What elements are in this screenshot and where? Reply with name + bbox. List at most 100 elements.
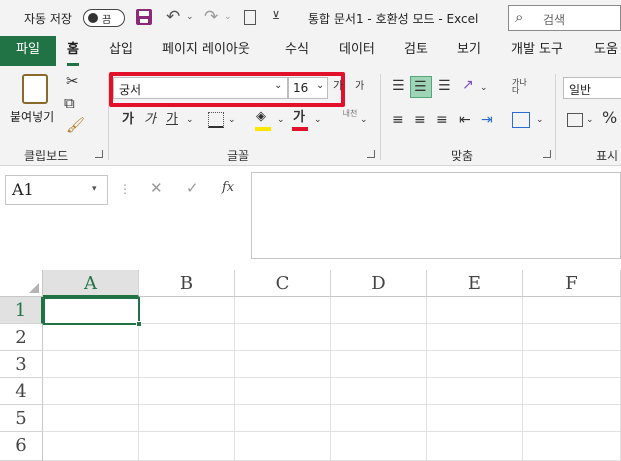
align-top-icon[interactable]: ☰ <box>392 79 405 93</box>
formula-input[interactable] <box>251 172 621 259</box>
font-color-icon[interactable]: 가 <box>293 111 305 124</box>
search-box[interactable]: ⌕ 검색 <box>508 5 621 31</box>
cancel-icon[interactable]: ✕ <box>150 181 163 196</box>
tab-formulas[interactable]: 수식 <box>285 36 309 66</box>
cell-e5[interactable] <box>427 405 523 432</box>
fill-handle[interactable] <box>136 321 142 327</box>
column-header-d[interactable]: D <box>331 270 427 297</box>
cell-f6[interactable] <box>523 432 621 461</box>
cell-d3[interactable] <box>331 351 427 378</box>
column-header-f[interactable]: F <box>523 270 621 297</box>
bold-button[interactable]: 가 <box>122 113 134 126</box>
increase-indent-icon[interactable]: ⇥ <box>481 113 493 127</box>
cell-d5[interactable] <box>331 405 427 432</box>
confirm-icon[interactable]: ✓ <box>186 181 199 196</box>
cell-a3[interactable] <box>43 351 139 378</box>
cell-d6[interactable] <box>331 432 427 461</box>
tab-file[interactable]: 파일 <box>0 36 56 66</box>
cell-d1[interactable] <box>331 297 427 324</box>
tab-review[interactable]: 검토 <box>404 36 428 66</box>
border-icon[interactable] <box>208 112 224 128</box>
autosave-toggle[interactable]: 끔 <box>83 9 125 27</box>
undo-icon[interactable]: ↶ <box>166 9 180 26</box>
cell-d4[interactable] <box>331 378 427 405</box>
tab-help[interactable]: 도움 <box>594 36 618 66</box>
cell-a5[interactable] <box>43 405 139 432</box>
cell-a6[interactable] <box>43 432 139 461</box>
row-header-4[interactable]: 4 <box>0 378 43 405</box>
redo-icon[interactable]: ↷ <box>204 9 218 26</box>
chevron-down-icon[interactable]: ⌄ <box>586 116 594 125</box>
name-box[interactable]: A1 ▾ <box>5 175 108 205</box>
row-header-2[interactable]: 2 <box>0 324 43 351</box>
cell-c4[interactable] <box>235 378 331 405</box>
font-launcher-icon[interactable] <box>367 150 375 158</box>
percent-button[interactable]: % <box>602 110 617 126</box>
cell-e4[interactable] <box>427 378 523 405</box>
tab-data[interactable]: 데이터 <box>339 36 375 66</box>
chevron-down-icon[interactable]: ⌄ <box>228 116 236 125</box>
copy-icon[interactable]: ⧉ <box>64 96 75 111</box>
select-all-corner[interactable] <box>0 270 43 297</box>
cell-c5[interactable] <box>235 405 331 432</box>
chevron-down-icon[interactable]: ⌄ <box>360 116 368 125</box>
cut-icon[interactable]: ✂ <box>66 74 79 89</box>
phonetic-icon[interactable]: 내천 <box>340 110 360 118</box>
cell-e3[interactable] <box>427 351 523 378</box>
redo-dropdown-icon[interactable]: ⌄ <box>224 13 232 22</box>
merge-center-icon[interactable] <box>512 112 530 128</box>
chevron-down-icon[interactable]: ⌄ <box>314 116 322 125</box>
tab-page-layout[interactable]: 페이지 레이아웃 <box>162 36 250 66</box>
column-header-a[interactable]: A <box>43 270 139 297</box>
cell-b5[interactable] <box>139 405 235 432</box>
chevron-down-icon[interactable]: ⌄ <box>277 116 285 125</box>
cell-b4[interactable] <box>139 378 235 405</box>
cell-b1[interactable] <box>139 297 235 324</box>
tab-developer[interactable]: 개발 도구 <box>511 36 563 66</box>
column-header-e[interactable]: E <box>427 270 523 297</box>
paste-label[interactable]: 붙여넣기 <box>10 108 54 125</box>
row-header-5[interactable]: 5 <box>0 405 43 432</box>
cell-a4[interactable] <box>43 378 139 405</box>
cell-e1[interactable] <box>427 297 523 324</box>
chevron-down-icon[interactable]: ⌄ <box>480 84 488 93</box>
insert-function-icon[interactable]: fx <box>222 181 234 194</box>
fill-color-icon[interactable]: ◈ <box>256 110 266 123</box>
cell-c1[interactable] <box>235 297 331 324</box>
align-right-icon[interactable]: ≡ <box>436 113 448 127</box>
decrease-indent-icon[interactable]: ⇤ <box>459 113 471 127</box>
cell-e6[interactable] <box>427 432 523 461</box>
underline-button[interactable]: 가 <box>166 113 178 126</box>
undo-dropdown-icon[interactable]: ⌄ <box>186 13 194 22</box>
italic-button[interactable]: 가 <box>144 113 156 126</box>
cell-e2[interactable] <box>427 324 523 351</box>
number-format-select[interactable]: 일반 <box>563 77 621 99</box>
wrap-text-icon[interactable]: 가나다 <box>512 79 530 95</box>
customize-toolbar-icon[interactable]: ⊻ <box>272 10 280 21</box>
save-icon[interactable] <box>136 9 152 25</box>
cell-f4[interactable] <box>523 378 621 405</box>
tab-view[interactable]: 보기 <box>457 36 481 66</box>
format-painter-icon[interactable]: 🖌 <box>66 118 85 133</box>
cell-a2[interactable] <box>43 324 139 351</box>
align-center-icon[interactable]: ≡ <box>414 113 426 127</box>
cell-f2[interactable] <box>523 324 621 351</box>
clipboard-launcher-icon[interactable] <box>95 150 103 158</box>
cell-d2[interactable] <box>331 324 427 351</box>
accounting-icon[interactable] <box>567 113 583 127</box>
cell-f3[interactable] <box>523 351 621 378</box>
cell-c3[interactable] <box>235 351 331 378</box>
cell-f5[interactable] <box>523 405 621 432</box>
cell-c2[interactable] <box>235 324 331 351</box>
alignment-launcher-icon[interactable] <box>543 150 551 158</box>
shrink-font-icon[interactable]: 가 <box>355 82 364 92</box>
row-header-1[interactable]: 1 <box>0 297 43 324</box>
selected-cell-a1[interactable] <box>43 297 142 327</box>
chevron-down-icon[interactable]: ⌄ <box>536 116 544 125</box>
cell-b2[interactable] <box>139 324 235 351</box>
form-icon[interactable] <box>244 10 256 25</box>
chevron-down-icon[interactable]: ⌄ <box>186 116 194 125</box>
paste-icon[interactable] <box>22 74 48 104</box>
cell-f1[interactable] <box>523 297 621 324</box>
tab-home[interactable]: 홈 <box>67 36 79 66</box>
